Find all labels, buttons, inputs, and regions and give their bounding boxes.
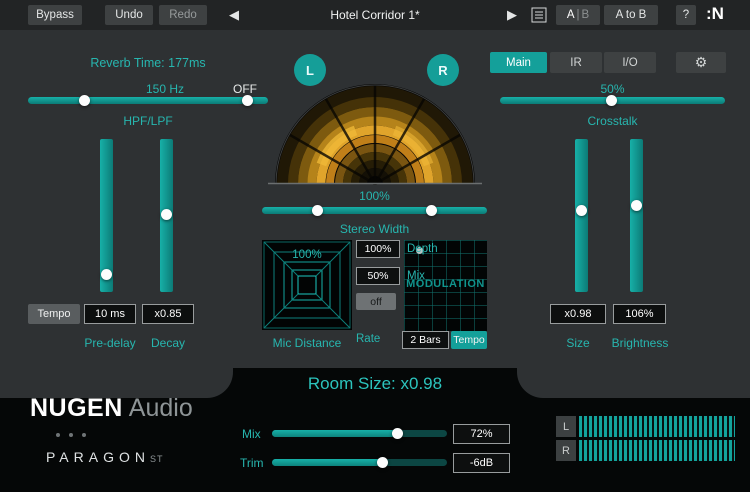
hpf-lpf-slider[interactable] <box>28 97 268 104</box>
mix-label: Mix <box>242 427 261 441</box>
product-label: PARAGON <box>46 449 150 465</box>
stereo-width-value: 100% <box>262 189 487 203</box>
mic-distance-value: 100% <box>262 249 352 261</box>
title-bar: Bypass Undo Redo ◀ Hotel Corridor 1* ▶ A… <box>0 0 750 30</box>
decay-label: Decay <box>142 336 194 350</box>
previous-preset-icon[interactable]: ◀ <box>222 5 246 25</box>
ab-compare-button[interactable]: A | B <box>556 5 600 25</box>
modulation-mix-label: Mix <box>407 270 452 282</box>
stereo-width-left-handle[interactable] <box>312 205 323 216</box>
brightness-label: Brightness <box>608 336 672 350</box>
size-label: Size <box>550 336 606 350</box>
preset-list-icon <box>531 7 547 23</box>
decay-value-box[interactable]: x0.85 <box>142 304 194 324</box>
gear-icon: ⚙ <box>695 54 708 71</box>
brand-name: NUGEN <box>30 394 123 422</box>
brand-dots <box>56 433 86 437</box>
a-to-b-button[interactable]: A to B <box>604 5 658 25</box>
lpf-handle[interactable] <box>242 95 253 106</box>
nugen-logo-icon: :N <box>706 4 724 24</box>
modulation-mix-value-box[interactable]: 50% <box>356 267 400 285</box>
meter-left-label: L <box>556 416 576 437</box>
brand-logo: NUGENAudio <box>30 394 193 423</box>
modulation-rate-label: Rate <box>356 333 396 345</box>
stereo-width-right-handle[interactable] <box>426 205 437 216</box>
modulation-depth-value-box[interactable]: 100% <box>356 240 400 258</box>
mix-slider[interactable] <box>272 430 447 437</box>
predelay-label: Pre-delay <box>84 336 136 350</box>
meter-left-bars <box>579 416 735 437</box>
bypass-button[interactable]: Bypass <box>28 5 82 25</box>
tab-ir[interactable]: IR <box>550 52 602 73</box>
mic-distance-label: Mic Distance <box>262 336 352 350</box>
mix-handle[interactable] <box>392 428 403 439</box>
undo-button[interactable]: Undo <box>105 5 153 25</box>
mix-value-box[interactable]: 72% <box>453 424 510 444</box>
paragon-plugin-window: Bypass Undo Redo ◀ Hotel Corridor 1* ▶ A… <box>0 0 750 492</box>
modulation-tempo-sync-button[interactable]: Tempo <box>451 331 487 349</box>
crosstalk-value: 50% <box>500 82 725 96</box>
solo-right-button[interactable]: R <box>427 54 459 86</box>
product-suffix-label: ST <box>150 454 164 464</box>
crosstalk-label: Crosstalk <box>500 114 725 128</box>
modulation-depth-label: Depth <box>407 243 452 255</box>
mix-slider-fill <box>272 430 398 437</box>
brightness-slider[interactable] <box>630 139 643 292</box>
brightness-value-box[interactable]: 106% <box>613 304 666 324</box>
predelay-slider[interactable] <box>100 139 113 292</box>
trim-slider-fill <box>272 459 383 466</box>
preset-name[interactable]: Hotel Corridor 1* <box>278 8 472 22</box>
trim-handle[interactable] <box>377 457 388 468</box>
decay-slider[interactable] <box>160 139 173 292</box>
meter-right-bars <box>579 440 735 461</box>
size-slider[interactable] <box>575 139 588 292</box>
predelay-handle[interactable] <box>101 269 112 280</box>
crosstalk-handle[interactable] <box>606 95 617 106</box>
meter-right-label: R <box>556 440 576 461</box>
ab-a-label: A <box>567 9 575 21</box>
reverb-time-readout: Reverb Time: 177ms <box>28 56 268 70</box>
help-button[interactable]: ? <box>676 5 696 25</box>
crosstalk-slider[interactable] <box>500 97 725 104</box>
tab-main[interactable]: Main <box>490 52 547 73</box>
size-value-box[interactable]: x0.98 <box>550 304 606 324</box>
ab-divider: | <box>577 9 580 21</box>
preset-list-button[interactable] <box>528 5 550 25</box>
settings-button[interactable]: ⚙ <box>676 52 726 73</box>
footer-right-shoulder <box>517 368 750 398</box>
filter-label: HPF/LPF <box>28 114 268 128</box>
stereo-width-slider[interactable] <box>262 207 487 214</box>
lpf-value: OFF <box>233 82 273 96</box>
stereo-width-label: Stereo Width <box>262 222 487 236</box>
modulation-sync-off-button[interactable]: off <box>356 293 396 310</box>
size-handle[interactable] <box>576 205 587 216</box>
decay-handle[interactable] <box>161 209 172 220</box>
trim-value-box[interactable]: -6dB <box>453 453 510 473</box>
solo-left-button[interactable]: L <box>294 54 326 86</box>
redo-button[interactable]: Redo <box>159 5 207 25</box>
brightness-handle[interactable] <box>631 200 642 211</box>
parameter-readout: Room Size: x0.98 <box>233 374 517 394</box>
modulation-rate-value-box[interactable]: 2 Bars <box>402 331 449 349</box>
hpf-value: 150 Hz <box>146 82 196 96</box>
predelay-value-box[interactable]: 10 ms <box>84 304 136 324</box>
product-name: PARAGONST <box>46 449 164 465</box>
trim-label: Trim <box>240 456 264 470</box>
next-preset-icon[interactable]: ▶ <box>500 5 524 25</box>
reverb-dome-visualization <box>268 84 482 185</box>
brand-suffix: Audio <box>129 394 193 422</box>
predelay-tempo-sync-button[interactable]: Tempo <box>28 304 80 324</box>
ab-b-label: B <box>582 9 590 21</box>
hpf-handle[interactable] <box>79 95 90 106</box>
trim-slider[interactable] <box>272 459 447 466</box>
tab-io[interactable]: I/O <box>604 52 656 73</box>
